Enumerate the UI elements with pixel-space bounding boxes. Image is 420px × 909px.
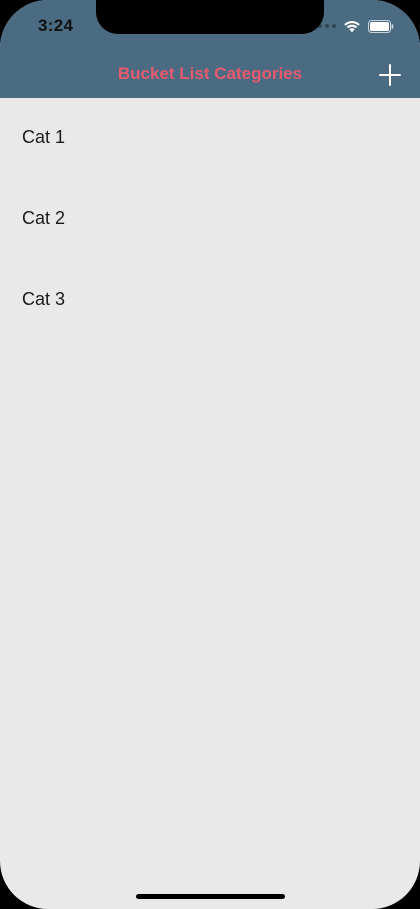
phone-screen: 3:24 Bucket List Categories Cat 1 Cat 2 … <box>0 0 420 909</box>
category-label: Cat 3 <box>22 289 66 309</box>
cellular-signal-icon <box>311 24 336 28</box>
status-icons <box>311 16 394 36</box>
category-label: Cat 2 <box>22 208 66 228</box>
navigation-bar: 3:24 Bucket List Categories <box>0 0 420 98</box>
category-list: Cat 1 Cat 2 Cat 3 <box>0 98 420 341</box>
battery-icon <box>368 19 394 33</box>
device-notch <box>96 0 324 34</box>
add-category-button[interactable] <box>378 63 402 87</box>
list-item[interactable]: Cat 2 <box>0 179 420 260</box>
list-item[interactable]: Cat 3 <box>0 260 420 341</box>
wifi-icon <box>344 21 360 33</box>
home-indicator[interactable] <box>136 894 285 899</box>
page-title: Bucket List Categories <box>117 64 303 83</box>
status-time: 3:24 <box>38 16 74 35</box>
plus-icon <box>379 64 401 86</box>
category-label: Cat 1 <box>22 127 66 147</box>
list-item[interactable]: Cat 1 <box>0 98 420 179</box>
